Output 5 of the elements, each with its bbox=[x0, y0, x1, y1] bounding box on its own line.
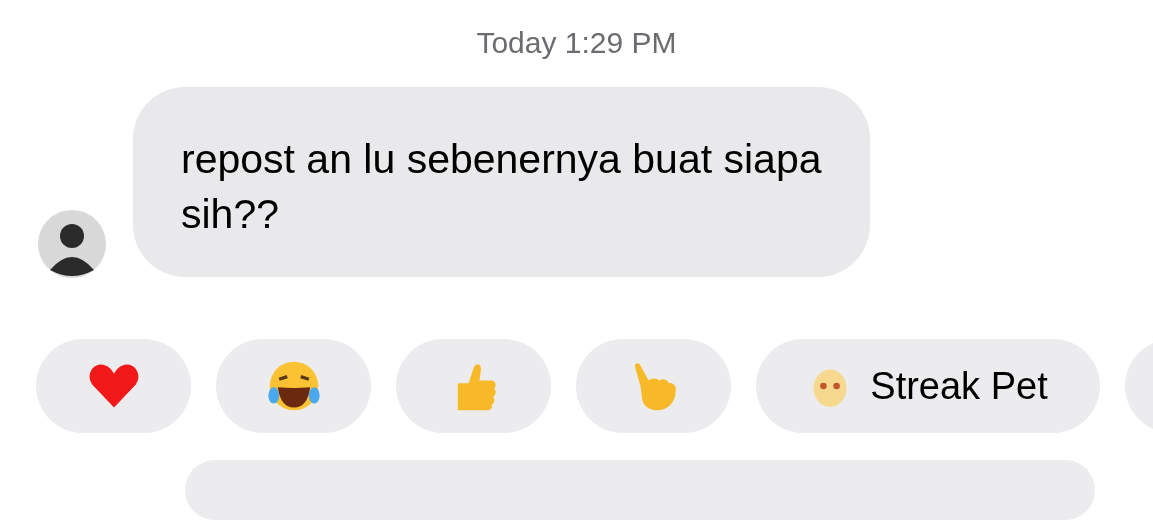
avatar-icon[interactable] bbox=[38, 210, 106, 278]
timestamp: Today 1:29 PM bbox=[475, 25, 678, 61]
laughing-face-icon bbox=[266, 359, 321, 413]
message-bubble: repost an lu sebenernya buat siapa sih?? bbox=[133, 87, 870, 277]
quick-reply-button[interactable]: Streak Pet bbox=[756, 339, 1100, 433]
